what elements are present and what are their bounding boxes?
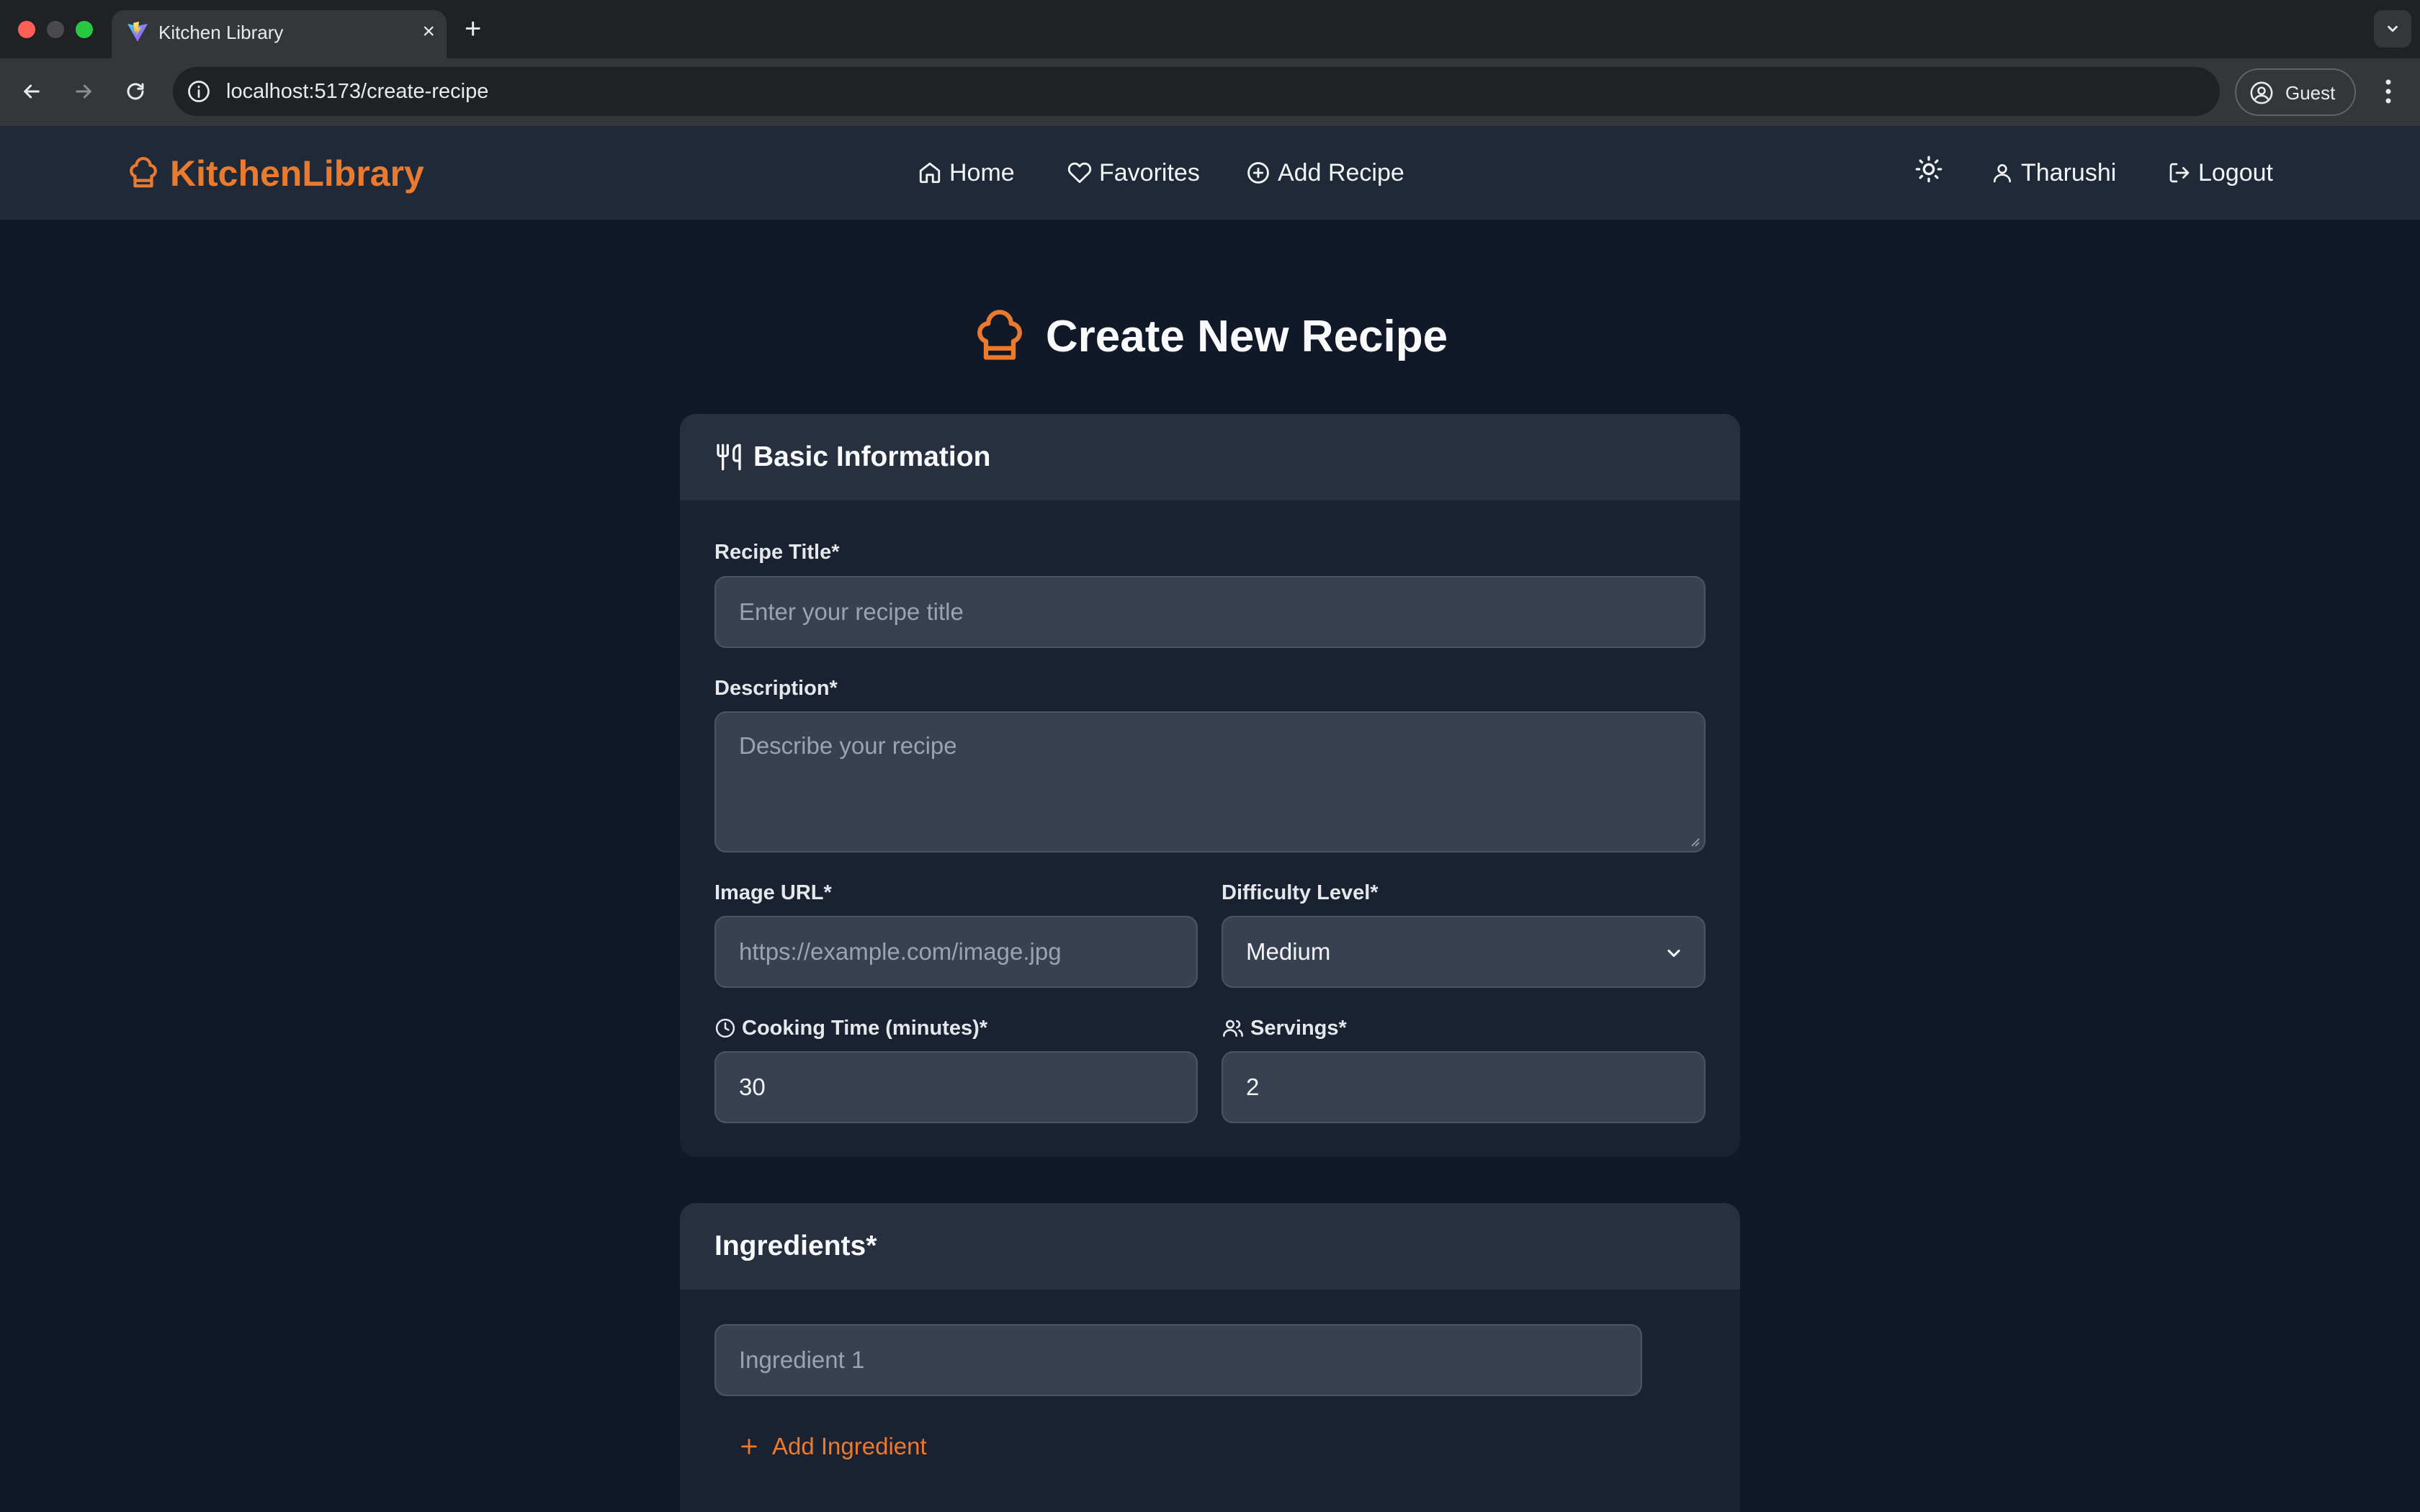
vite-logo-icon: [127, 22, 148, 42]
profile-button[interactable]: Guest: [2235, 68, 2356, 116]
resize-handle-icon[interactable]: [1688, 835, 1700, 847]
tab-title: Kitchen Library: [158, 22, 284, 43]
user-menu[interactable]: Tharushi: [1991, 155, 2116, 191]
servings-input[interactable]: 2: [1222, 1051, 1706, 1123]
ingredient-input[interactable]: Ingredient 1: [714, 1324, 1642, 1396]
servings-label-row: Servings*: [1222, 1014, 1347, 1042]
chef-hat-icon: [977, 310, 1022, 360]
chevron-down-icon: [2388, 25, 2398, 32]
ingredients-card: Ingredients* Ingredient 1 Add Ingredient: [680, 1203, 1740, 1512]
plus-circle-icon: [1247, 162, 1269, 184]
nav-add-recipe[interactable]: Add Recipe: [1246, 155, 1404, 191]
difficulty-select[interactable]: Medium: [1222, 916, 1706, 988]
chevron-down-icon: [1667, 949, 1680, 958]
brand-name: KitchenLibrary: [170, 153, 424, 194]
heart-icon: [1067, 162, 1092, 184]
logout-label: Logout: [2198, 159, 2273, 186]
arrow-right-icon: [76, 84, 91, 99]
logout-icon: [2169, 163, 2190, 183]
users-icon: [1223, 1020, 1243, 1037]
nav-home-label: Home: [949, 159, 1015, 186]
description-label: Description*: [714, 677, 838, 700]
browser-toolbar: localhost:5173/create-recipe Guest: [0, 58, 2420, 126]
utensils-icon: [717, 444, 741, 471]
new-tab-button[interactable]: +: [465, 14, 481, 43]
chef-hat-icon: [130, 157, 157, 188]
address-bar[interactable]: localhost:5173/create-recipe: [173, 67, 2220, 116]
servings-value: 2: [1246, 1074, 1260, 1100]
ingredient-placeholder: Ingredient 1: [739, 1346, 865, 1373]
url-text[interactable]: localhost:5173/create-recipe: [226, 78, 488, 105]
difficulty-value: Medium: [1246, 938, 1331, 965]
ingredients-header: Ingredients*: [680, 1203, 1740, 1290]
recipe-title-label: Recipe Title*: [714, 541, 840, 564]
clock-icon: [715, 1018, 735, 1038]
site-info-icon[interactable]: [186, 78, 212, 104]
browser-tab[interactable]: Kitchen Library ×: [112, 10, 447, 58]
window-maximize-button[interactable]: [76, 21, 93, 38]
recipe-title-input[interactable]: Enter your recipe title: [714, 576, 1706, 648]
cooking-time-label: Cooking Time (minutes)*: [742, 1017, 988, 1040]
image-url-label: Image URL*: [714, 881, 832, 904]
user-name: Tharushi: [2021, 159, 2117, 186]
nav-favorites[interactable]: Favorites: [1067, 155, 1200, 191]
profile-icon: [2250, 81, 2273, 104]
sun-icon: [1915, 156, 1942, 183]
plus-icon: [741, 1439, 757, 1454]
image-url-placeholder: https://example.com/image.jpg: [739, 938, 1062, 965]
kebab-menu-icon: [2385, 79, 2391, 104]
home-icon: [919, 162, 941, 184]
app-header: KitchenLibrary Home Favorites Add Recipe…: [0, 126, 2420, 220]
reload-button[interactable]: [118, 74, 153, 109]
description-placeholder: Describe your recipe: [739, 732, 957, 759]
ingredients-heading: Ingredients*: [714, 1230, 877, 1261]
basic-info-card: Basic Information Recipe Title* Enter yo…: [680, 414, 1740, 1157]
window-minimize-button[interactable]: [47, 21, 64, 38]
nav-home[interactable]: Home: [918, 155, 1015, 191]
reload-icon: [127, 83, 144, 100]
back-button[interactable]: [14, 74, 49, 109]
browser-tab-bar: Kitchen Library × +: [0, 0, 2420, 58]
basic-info-heading: Basic Information: [753, 441, 991, 472]
forward-button[interactable]: [66, 74, 101, 109]
nav-add-recipe-label: Add Recipe: [1278, 159, 1404, 186]
servings-label: Servings*: [1250, 1017, 1347, 1040]
window-close-button[interactable]: [18, 21, 35, 38]
cooking-time-value: 30: [739, 1074, 766, 1100]
arrow-left-icon: [24, 84, 40, 99]
description-textarea[interactable]: Describe your recipe: [714, 711, 1706, 852]
tab-search-button[interactable]: [2374, 10, 2411, 48]
recipe-title-placeholder: Enter your recipe title: [739, 598, 964, 625]
basic-info-header: Basic Information: [680, 414, 1740, 500]
browser-menu-button[interactable]: [2374, 74, 2403, 109]
image-url-input[interactable]: https://example.com/image.jpg: [714, 916, 1198, 988]
add-ingredient-button[interactable]: Add Ingredient: [739, 1431, 927, 1462]
add-ingredient-label: Add Ingredient: [772, 1433, 927, 1459]
logout-button[interactable]: Logout: [2168, 155, 2273, 191]
tab-close-icon[interactable]: ×: [422, 20, 435, 43]
page-title: Create New Recipe: [1045, 312, 1448, 361]
theme-toggle-button[interactable]: [1914, 155, 1943, 184]
difficulty-label: Difficulty Level*: [1222, 881, 1379, 904]
user-icon: [1994, 164, 2011, 183]
cooking-time-input[interactable]: 30: [714, 1051, 1198, 1123]
page-heading: Create New Recipe: [0, 308, 2420, 366]
profile-label: Guest: [2285, 82, 2336, 104]
cooking-time-label-row: Cooking Time (minutes)*: [714, 1014, 987, 1042]
brand-link[interactable]: KitchenLibrary: [127, 152, 424, 195]
nav-favorites-label: Favorites: [1099, 159, 1200, 186]
